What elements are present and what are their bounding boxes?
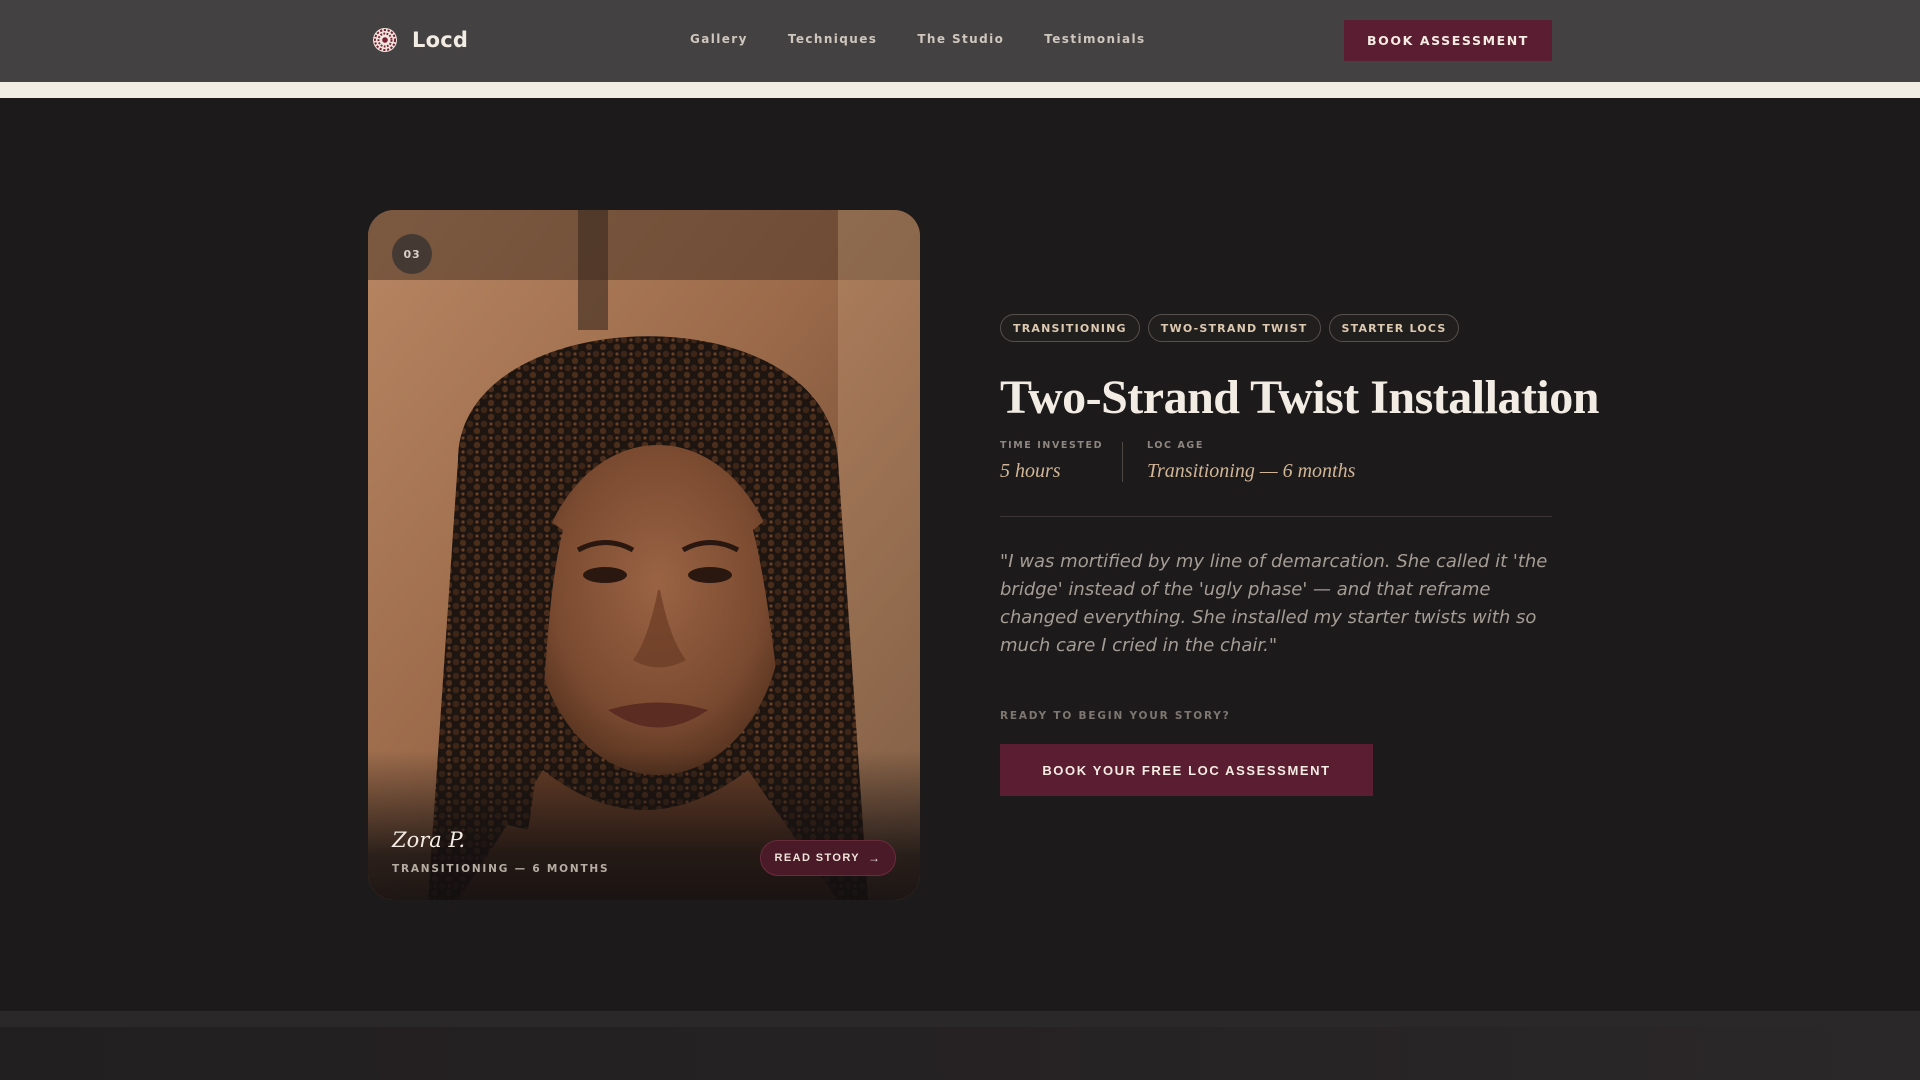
read-story-button[interactable]: READ STORY → [760,840,896,876]
stat-value: 5 hours [1000,460,1061,482]
story-title: Two-Strand Twist Installation [1000,371,1599,424]
footer-band [0,1027,1920,1080]
stat-time-invested: TIME INVESTED 5 hours [1000,440,1122,483]
technique-tags: TRANSITIONING TWO-STRAND TWIST STARTER L… [1000,314,1460,342]
stat-value: Transitioning — 6 months [1147,460,1356,482]
footer-band-top [0,1011,1920,1027]
nav-the-studio[interactable]: The Studio [917,32,1004,46]
book-free-assessment-button[interactable]: BOOK YOUR FREE LOC ASSESSMENT [1000,744,1373,796]
cream-divider-strip [0,82,1920,98]
nav-gallery[interactable]: Gallery [690,32,748,46]
nav-testimonials[interactable]: Testimonials [1044,32,1145,46]
tag-two-strand-twist[interactable]: TWO-STRAND TWIST [1147,314,1321,342]
testimonial-quote: "I was mortified by my line of demarcati… [1000,551,1548,656]
section-divider [1000,516,1552,517]
card-bottom-shade [368,750,920,900]
story-stats: TIME INVESTED 5 hours LOC AGE Transition… [1000,440,1355,483]
nav-techniques[interactable]: Techniques [788,32,877,46]
stat-label: TIME INVESTED [1000,440,1104,451]
brand-logo[interactable]: Locd [372,25,468,55]
book-assessment-button[interactable]: BOOK ASSESSMENT [1344,20,1552,61]
arrow-right-icon: → [868,851,882,865]
client-name: Zora P. [392,828,466,852]
stat-label: LOC AGE [1147,440,1204,451]
stat-divider [1122,442,1123,482]
site-header: Locd Gallery Techniques The Studio Testi… [0,0,1920,82]
tag-starter-locs[interactable]: STARTER LOCS [1328,314,1460,342]
main-nav: Gallery Techniques The Studio Testimonia… [690,32,1146,46]
brand-name: Locd [412,28,469,52]
stat-loc-age: LOC AGE Transitioning — 6 months [1147,440,1355,483]
tag-transitioning[interactable]: TRANSITIONING [1000,314,1140,342]
client-loc-age: TRANSITIONING — 6 MONTHS [392,863,610,875]
read-story-label: READ STORY [774,852,861,864]
testimonial-card[interactable]: 03 Zora P. TRANSITIONING — 6 MONTHS READ… [368,210,920,900]
cta-prompt: READY TO BEGIN YOUR STORY? [1000,710,1231,722]
story-number-badge: 03 [392,234,432,274]
locd-logo-icon [373,28,397,52]
